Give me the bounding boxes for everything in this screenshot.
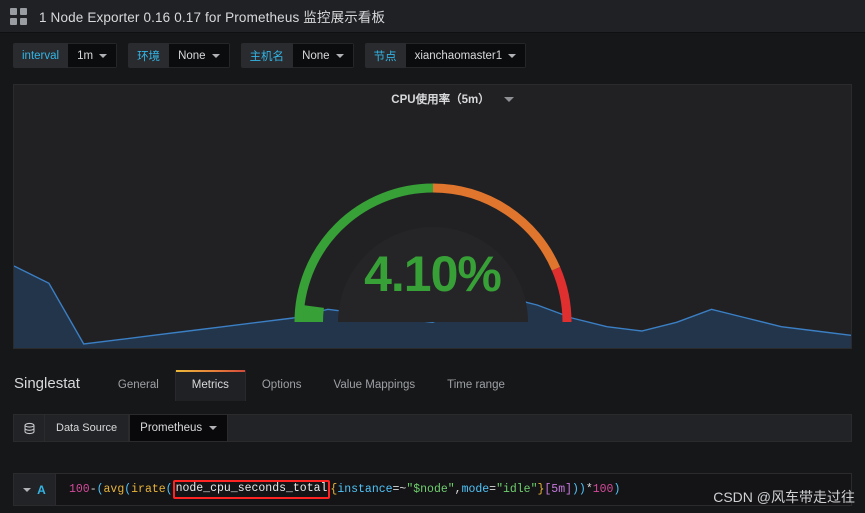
panel-header[interactable]: CPU使用率（5m） bbox=[14, 89, 851, 109]
tab-options[interactable]: Options bbox=[246, 370, 318, 401]
query-token: = bbox=[489, 483, 497, 496]
tab-metrics[interactable]: Metrics bbox=[174, 370, 246, 401]
variable-value-dropdown[interactable]: 1m bbox=[68, 43, 118, 68]
dashboard-topbar: 1 Node Exporter 0.16 0.17 for Prometheus… bbox=[0, 0, 865, 33]
variable-label: interval bbox=[13, 43, 69, 68]
datasource-row-filler bbox=[228, 414, 852, 442]
query-token: irate bbox=[131, 483, 166, 496]
cpu-usage-panel: CPU使用率（5m） 4.10% bbox=[13, 84, 852, 349]
variable-value-text: xianchaomaster1 bbox=[414, 49, 503, 62]
query-token: mode bbox=[461, 483, 490, 496]
query-token: { bbox=[330, 483, 338, 496]
editor-title: Singlestat bbox=[14, 375, 80, 392]
query-token: "idle" bbox=[496, 483, 538, 496]
query-token: * bbox=[585, 483, 593, 496]
chevron-down-icon bbox=[508, 53, 517, 58]
tab-general[interactable]: General bbox=[102, 370, 175, 401]
variable-label: 节点 bbox=[364, 43, 406, 68]
query-token: ( bbox=[124, 483, 132, 496]
template-variables-bar: interval 1m 环境 None 主机名 None 节点 xianchao… bbox=[0, 33, 865, 78]
query-token: avg bbox=[103, 483, 125, 496]
panel-title: CPU使用率（5m） bbox=[391, 94, 490, 106]
query-token: "$node" bbox=[406, 483, 455, 496]
variable-hostname[interactable]: 主机名 None bbox=[240, 43, 354, 68]
chevron-down-icon bbox=[99, 53, 108, 58]
query-token: - bbox=[89, 483, 97, 496]
page-title: 1 Node Exporter 0.16 0.17 for Prometheus… bbox=[39, 10, 386, 25]
query-token: ) bbox=[613, 483, 621, 496]
query-token: instance bbox=[337, 483, 393, 496]
chevron-down-icon bbox=[209, 426, 218, 430]
datasource-select[interactable]: Prometheus bbox=[129, 414, 229, 442]
query-token: [5m] bbox=[544, 483, 573, 496]
query-token: node_cpu_seconds_total bbox=[175, 482, 328, 496]
variable-value-text: 1m bbox=[77, 49, 94, 62]
database-icon bbox=[13, 414, 45, 442]
query-collapse-handle[interactable]: A bbox=[13, 473, 56, 506]
query-token: =~ bbox=[392, 483, 407, 496]
tab-value-mappings[interactable]: Value Mappings bbox=[318, 370, 432, 401]
datasource-label: Data Source bbox=[45, 414, 130, 442]
datasource-row: Data Source Prometheus bbox=[13, 414, 852, 442]
gauge-value-text: 4.10% bbox=[364, 246, 502, 302]
variable-label: 环境 bbox=[128, 43, 170, 68]
chevron-down-icon[interactable] bbox=[503, 96, 514, 102]
query-token: )) bbox=[572, 483, 586, 496]
chevron-down-icon bbox=[211, 53, 220, 58]
variable-value-text: None bbox=[302, 49, 330, 62]
query-token: ( bbox=[96, 483, 104, 496]
variable-node[interactable]: 节点 xianchaomaster1 bbox=[364, 43, 527, 68]
query-token: 100 bbox=[592, 483, 614, 496]
watermark: CSDN @风车带走过往 bbox=[713, 489, 855, 505]
chevron-down-icon bbox=[335, 53, 344, 58]
query-token: ( bbox=[165, 483, 173, 496]
variable-value-dropdown[interactable]: None bbox=[293, 43, 354, 68]
datasource-value: Prometheus bbox=[140, 422, 203, 434]
metric-name-highlight: node_cpu_seconds_total bbox=[172, 480, 331, 499]
tab-time-range[interactable]: Time range bbox=[431, 370, 521, 401]
query-token: 100 bbox=[69, 483, 90, 496]
query-token: } bbox=[537, 483, 545, 496]
grid-icon bbox=[10, 7, 27, 25]
variable-value-text: None bbox=[178, 49, 206, 62]
query-ref-id: A bbox=[37, 482, 46, 497]
query-token: , bbox=[454, 483, 462, 496]
variable-value-dropdown[interactable]: None bbox=[169, 43, 230, 68]
variable-value-dropdown[interactable]: xianchaomaster1 bbox=[405, 43, 527, 68]
variable-interval[interactable]: interval 1m bbox=[13, 43, 118, 68]
variable-label: 主机名 bbox=[240, 43, 294, 68]
variable-environment[interactable]: 环境 None bbox=[128, 43, 230, 68]
panel-editor-tabbar: Singlestat General Metrics Options Value… bbox=[0, 365, 865, 401]
chevron-down-icon[interactable] bbox=[23, 487, 32, 492]
grafana-dashboard: 1 Node Exporter 0.16 0.17 for Prometheus… bbox=[0, 0, 865, 513]
